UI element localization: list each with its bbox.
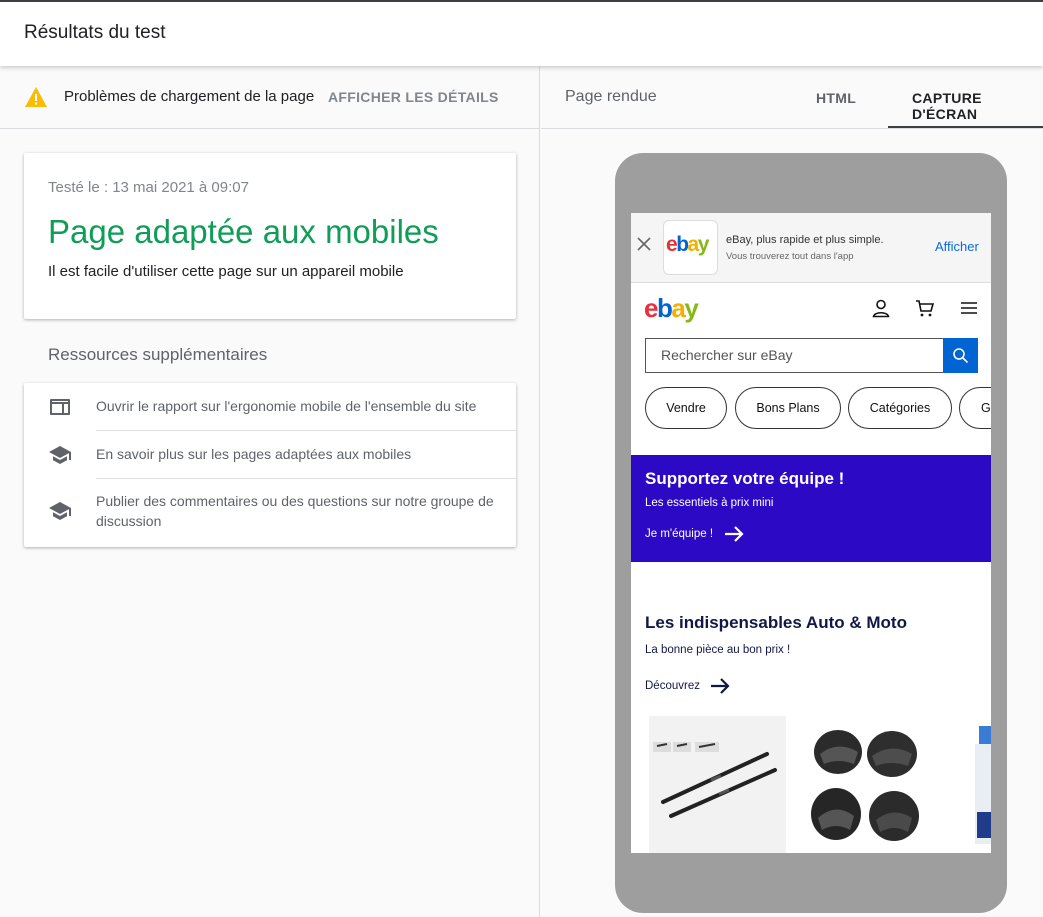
arrow-right-icon: [711, 678, 730, 694]
promo-title: Supportez votre équipe !: [645, 469, 845, 488]
top-bar: Résultats du test: [0, 0, 1043, 66]
pill-more[interactable]: G: [959, 387, 991, 429]
search-placeholder: Rechercher sur eBay: [661, 347, 793, 363]
promo-banner[interactable]: Supportez votre équipe ! Les essentiels …: [631, 455, 991, 562]
search-icon: [953, 348, 969, 364]
phone-frame: ebay eBay, plus rapide et plus simple. V…: [615, 153, 1007, 913]
helmets-image: [811, 730, 919, 841]
pill-bons-plans[interactable]: Bons Plans: [735, 387, 841, 429]
school-icon: [49, 446, 71, 464]
tab-html[interactable]: HTML: [816, 90, 856, 106]
search-button[interactable]: [943, 338, 978, 373]
resources-list: Ouvrir le rapport sur l'ergonomie mobile…: [24, 383, 516, 547]
tested-date: Testé le : 13 mai 2021 à 09:07: [48, 179, 249, 196]
app-icon: ebay: [663, 220, 718, 275]
resources-title: Ressources supplémentaires: [48, 345, 268, 364]
right-panel: Page rendue HTML CAPTURE D'ÉCRAN ebay eB…: [541, 66, 1043, 917]
left-panel: Problèmes de chargement de la page AFFIC…: [0, 66, 540, 917]
banner-title: eBay, plus rapide et plus simple.: [726, 234, 884, 246]
resource-item-usability-report[interactable]: Ouvrir le rapport sur l'ergonomie mobile…: [24, 383, 516, 431]
product-image-helmets[interactable]: [796, 716, 933, 853]
app-banner: ebay eBay, plus rapide et plus simple. V…: [631, 213, 991, 283]
promo-cta[interactable]: Je m'équipe !: [645, 528, 713, 540]
cart-icon[interactable]: [915, 298, 935, 318]
close-icon[interactable]: [637, 237, 651, 251]
verdict-heading: Page adaptée aux mobiles: [48, 213, 439, 250]
auto-section-title: Les indispensables Auto & Moto: [645, 613, 907, 632]
resource-item-discussion-group[interactable]: Publier des commentaires ou des question…: [24, 479, 516, 547]
resource-label: Ouvrir le rapport sur l'ergonomie mobile…: [96, 398, 477, 414]
ebay-logo[interactable]: ebay: [644, 293, 699, 324]
web-icon: [50, 399, 70, 415]
auto-section-subtitle: La bonne pièce au bon prix !: [645, 644, 791, 656]
ebay-logo: ebay: [666, 233, 709, 256]
menu-icon[interactable]: [959, 298, 979, 318]
resource-label: En savoir plus sur les pages adaptées au…: [96, 446, 412, 462]
user-icon[interactable]: [871, 298, 891, 318]
resource-item-learn-more[interactable]: En savoir plus sur les pages adaptées au…: [24, 431, 516, 479]
tab-screenshot[interactable]: CAPTURE D'ÉCRAN: [912, 90, 1043, 122]
product-image-wipers[interactable]: [649, 716, 786, 853]
banner-subtitle: Vous trouverez tout dans l'app: [726, 251, 854, 262]
pill-vendre[interactable]: Vendre: [645, 387, 727, 429]
search-input[interactable]: Rechercher sur eBay: [645, 338, 978, 373]
tab-bar: Page rendue HTML CAPTURE D'ÉCRAN: [541, 66, 1043, 129]
show-details-button[interactable]: AFFICHER LES DÉTAILS: [328, 89, 499, 105]
arrow-right-icon: [725, 526, 744, 542]
product-bottle-image: [975, 726, 991, 844]
rendered-page-label: Page rendue: [565, 88, 657, 105]
school-icon: [49, 502, 71, 520]
active-tab-indicator: [888, 126, 1043, 128]
resource-label: Publier des commentaires ou des question…: [96, 493, 494, 529]
result-card: Testé le : 13 mai 2021 à 09:07 Page adap…: [24, 153, 516, 319]
product-image-partial[interactable]: [943, 716, 991, 853]
warning-icon: [25, 87, 47, 107]
pill-categories[interactable]: Catégories: [848, 387, 952, 429]
auto-section-cta[interactable]: Découvrez: [645, 680, 700, 692]
verdict-description: Il est facile d'utiliser cette page sur …: [48, 263, 404, 280]
rendered-screenshot: ebay eBay, plus rapide et plus simple. V…: [631, 213, 991, 853]
warning-text: Problèmes de chargement de la page: [64, 88, 315, 105]
banner-open-button[interactable]: Afficher: [935, 239, 979, 254]
promo-subtitle: Les essentiels à prix mini: [645, 497, 774, 509]
page-title: Résultats du test: [24, 22, 166, 43]
warning-bar: Problèmes de chargement de la page AFFIC…: [0, 66, 540, 129]
wiper-blades-image: [653, 742, 777, 818]
